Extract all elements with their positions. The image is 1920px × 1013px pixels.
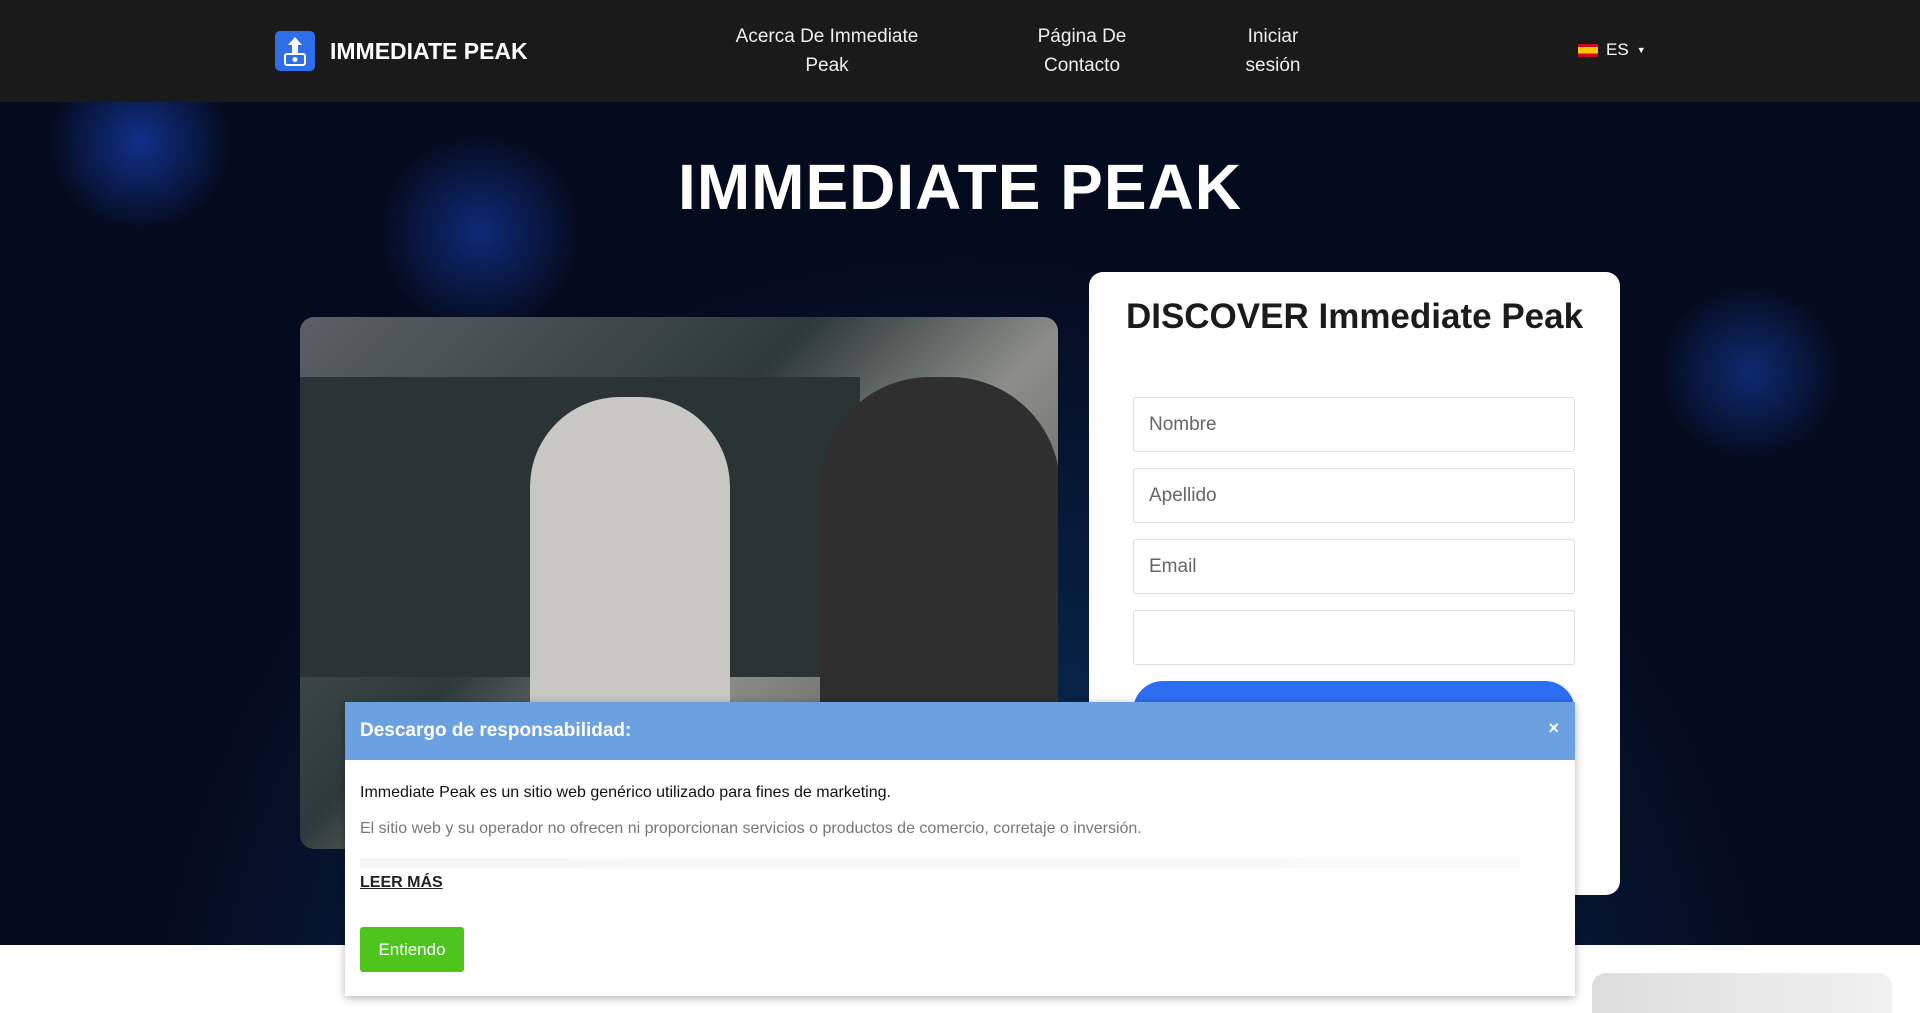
email-input[interactable] [1133,539,1575,594]
hero-title: IMMEDIATE PEAK [678,151,1242,223]
brand-name[interactable]: IMMEDIATE PEAK [330,38,528,65]
phone-input[interactable] [1133,610,1575,665]
spain-flag-icon [1578,43,1598,57]
logo-icon[interactable] [275,31,315,71]
language-label: ES [1606,40,1629,59]
caret-down-icon: ▼ [1636,45,1646,55]
disclaimer-text: El sitio web y su operador no ofrecen ni… [360,820,1142,837]
nav-contact[interactable]: Página De Contacto [1038,22,1127,80]
language-selector[interactable]: ES ▼ [1578,40,1646,60]
nav-label: Peak [805,55,849,76]
top-nav: IMMEDIATE PEAK Acerca De Immediate Peak P… [0,0,1920,102]
faded-text [360,858,1520,868]
nav-label: sesión [1245,55,1301,76]
nav-label: Página De [1037,26,1127,47]
close-icon[interactable]: × [1548,718,1559,739]
accept-button[interactable]: Entiendo [360,927,464,972]
section-image [1592,973,1892,1013]
disclaimer-modal: Descargo de responsabilidad: × Immediate… [345,702,1575,996]
form-title: DISCOVER Immediate Peak [1125,297,1584,336]
last-name-input[interactable] [1133,468,1575,523]
disclaimer-text: Immediate Peak es un sitio web genérico … [360,784,891,801]
nav-login[interactable]: Iniciar sesión [1246,22,1301,80]
modal-title: Descargo de responsabilidad: [345,702,1575,760]
nav-about[interactable]: Acerca De Immediate Peak [736,22,919,80]
nav-label: Acerca De Immediate [735,26,919,47]
nav-label: Contacto [1043,55,1121,76]
read-more-link[interactable]: LEER MÁS [360,874,443,892]
first-name-input[interactable] [1133,397,1575,452]
nav-label: Iniciar [1247,26,1299,47]
